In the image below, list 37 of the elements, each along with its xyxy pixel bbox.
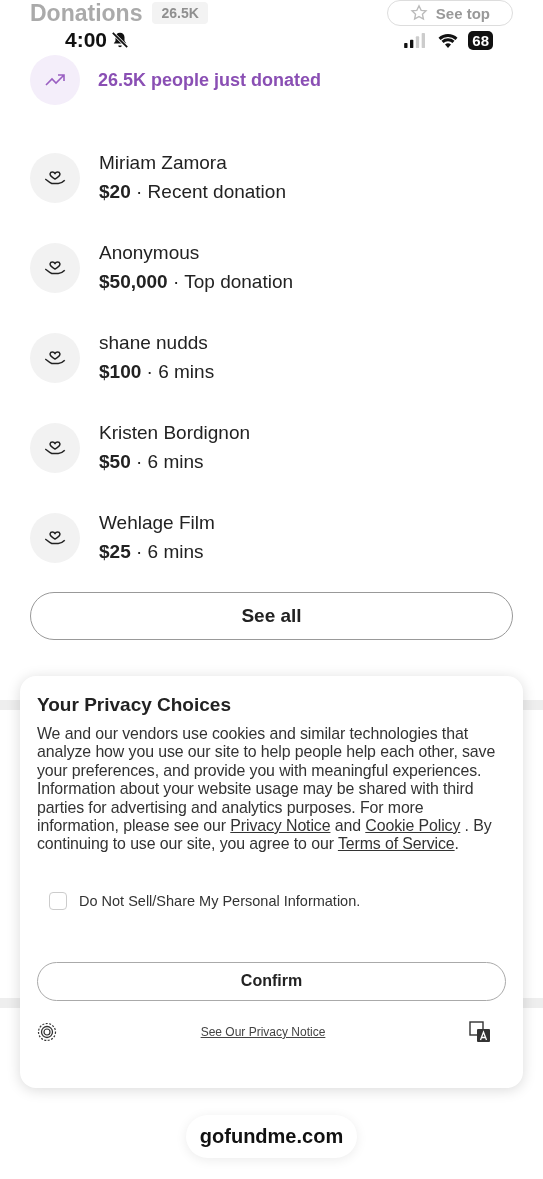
donation-detail: $100 · 6 mins <box>99 361 215 383</box>
privacy-text: We and our vendors use cookies and similar technologies that analyze how you use our site to help people help each other, save your preferences, and provide you with meaningful experiences. Information about your website usage may be shared with third parties for advertising and analytics purposes. For more information, please see our Privacy Notice and Cookie Policy . By continuing to use our site, you agree to our Terms of Service. <box>37 725 497 854</box>
confirm-button[interactable]: Confirm <box>37 961 506 1001</box>
donor-name: shane nudds <box>99 332 209 354</box>
donation-detail: $20 · Recent donation <box>99 181 286 203</box>
privacy-notice-link[interactable]: See Our Privacy Notice <box>200 1024 326 1039</box>
battery-indicator: 68 <box>468 30 493 50</box>
policy-link[interactable]: Cookie Policy <box>365 817 461 835</box>
trend-icon <box>30 55 80 105</box>
muted-bell-icon <box>111 31 130 49</box>
checkbox[interactable] <box>49 891 67 910</box>
checkbox-label: Do Not Sell/Share My Personal Information. <box>79 892 361 909</box>
donation-detail: $50 · 6 mins <box>99 451 205 473</box>
star-icon <box>409 4 428 22</box>
donation-trend-text: 26.5K people just donated <box>98 69 322 91</box>
count-badge: 26.5K <box>152 2 208 24</box>
heart-hand-icon <box>30 332 80 383</box>
privacy-logo-icon <box>37 1021 57 1042</box>
donor-name: Miriam Zamora <box>99 152 228 174</box>
policy-link[interactable]: Privacy Notice <box>230 817 331 835</box>
donor-name: Anonymous <box>99 242 201 264</box>
translate-icon[interactable] <box>469 1020 491 1043</box>
heart-hand-icon <box>30 512 80 563</box>
donation-detail: $50,000 · Top donation <box>99 271 294 293</box>
dialog-title: Your Privacy Choices <box>37 694 232 716</box>
heart-hand-icon <box>30 152 80 203</box>
heart-hand-icon <box>30 242 80 293</box>
donation-detail: $25 · 6 mins <box>99 541 205 563</box>
url-bar[interactable]: gofundme.com <box>185 1115 358 1158</box>
status-time: 4:00 <box>65 28 108 52</box>
heart-hand-icon <box>30 422 80 473</box>
signal-icon <box>404 32 427 48</box>
see-all-button[interactable]: See all <box>30 592 513 640</box>
policy-link[interactable]: Terms of Service <box>337 835 455 853</box>
section-title: Donations <box>30 0 143 26</box>
donor-name: Kristen Bordignon <box>99 422 251 444</box>
donor-name: Wehlage Film <box>99 512 215 534</box>
